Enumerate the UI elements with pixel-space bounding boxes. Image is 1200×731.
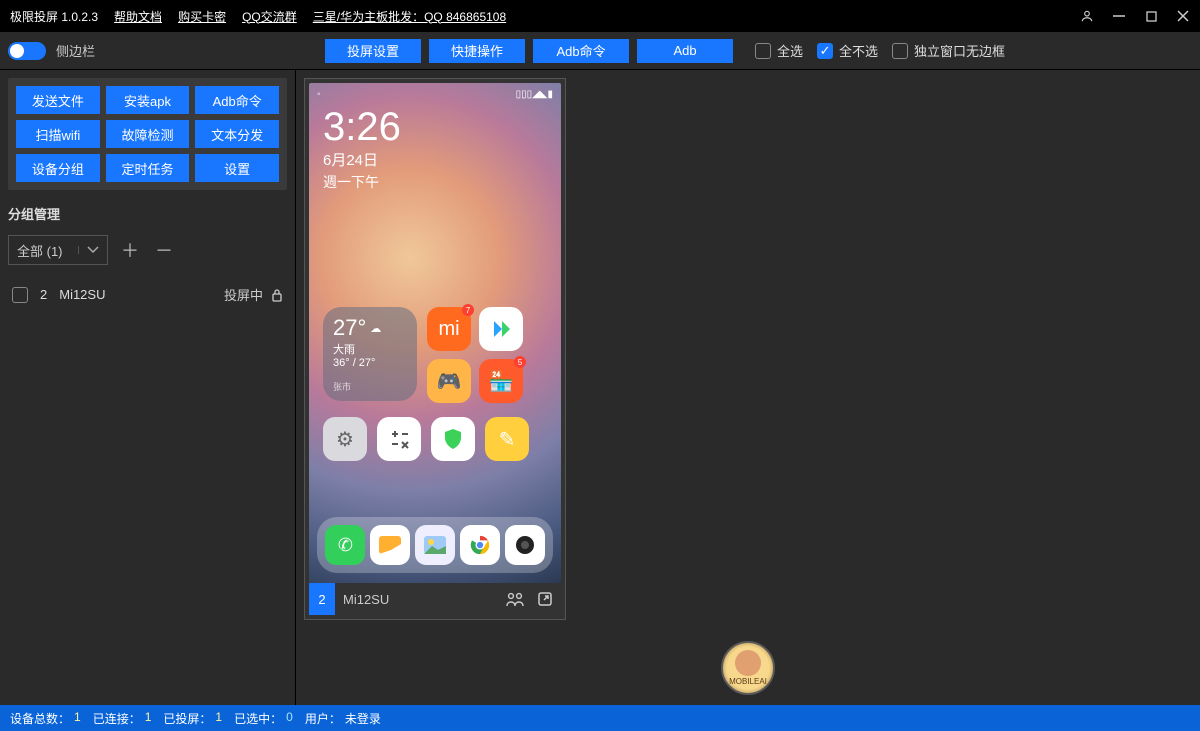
link-help[interactable]: 帮助文档 [114,8,162,25]
phone-statusbar: ◦▯▯▯◢◣▮ [309,85,561,103]
link-qq[interactable]: QQ交流群 [242,8,297,25]
app-calc-icon [377,417,421,461]
btn-group[interactable]: 设备分组 [16,154,100,182]
weather-widget: 27°☁ 大雨 36° / 27° 张市 [323,307,417,401]
device-name: Mi12SU [59,287,105,302]
app-game-icon: 🎮 [427,359,471,403]
device-status: 投屏中 [224,285,263,304]
maximize-icon[interactable] [1144,9,1158,23]
selection-checks: 全选 ✓全不选 独立窗口无边框 [755,41,1005,60]
top-buttons: 投屏设置 快捷操作 Adb命令 Adb [325,39,733,63]
app-settings-icon: ⚙ [323,417,367,461]
btn-text-dist[interactable]: 文本分发 [195,120,279,148]
btn-adbcmd2[interactable]: Adb命令 [195,86,279,114]
dock-phone-icon: ✆ [325,525,365,565]
dock-files-icon [370,525,410,565]
btn-install-apk[interactable]: 安装apk [106,86,190,114]
app-security-icon [431,417,475,461]
sidebar-toggle-label: 侧边栏 [56,41,95,60]
device-checkbox[interactable] [12,287,28,303]
btn-settings[interactable]: 设置 [195,154,279,182]
status-connected: 1 [145,710,152,727]
user-icon[interactable] [1080,9,1094,23]
check-borderless[interactable]: 独立窗口无边框 [892,41,1005,60]
btn-cron[interactable]: 定时任务 [106,154,190,182]
status-selected: 0 [286,710,293,727]
app-notes-icon: ✎ [485,417,529,461]
add-group-icon[interactable]: ＋ [118,238,142,262]
status-bar: 设备总数：1 已连接：1 已投屏：1 已选中：0 用户：未登录 [0,705,1200,731]
check-none[interactable]: ✓全不选 [817,41,878,60]
chevron-down-icon [78,246,99,254]
card-index: 2 [309,583,335,615]
phone-screen[interactable]: ◦▯▯▯◢◣▮ 3:26 6月24日 週一下午 27°☁ 大雨 36° / 27… [309,83,561,583]
status-user: 未登录 [345,710,381,727]
device-index: 2 [40,287,47,302]
window-controls [1080,9,1190,23]
device-row[interactable]: 2 Mi12SU 投屏中 [8,279,287,310]
phone-dock: ✆ [317,517,553,573]
status-casting: 1 [215,710,222,727]
action-grid: 发送文件 安装apk Adb命令 扫描wifi 故障检测 文本分发 设备分组 定… [8,78,287,190]
card-footer: 2 Mi12SU [309,583,561,615]
link-promo[interactable]: 三星/华为主板批发：QQ 846865108 [313,8,506,25]
watermark-logo: MOBILEAI [721,641,775,695]
phone-clock: 3:26 6月24日 週一下午 [323,107,401,192]
sidebar-toggle[interactable] [8,42,46,60]
titlebar: 极限投屏 1.0.2.3 帮助文档 购买卡密 QQ交流群 三星/华为主板批发：Q… [0,0,1200,32]
popout-icon[interactable] [535,589,555,609]
phone-card[interactable]: ◦▯▯▯◢◣▮ 3:26 6月24日 週一下午 27°☁ 大雨 36° / 27… [304,78,566,620]
top-toolbar: 侧边栏 投屏设置 快捷操作 Adb命令 Adb 全选 ✓全不选 独立窗口无边框 [0,32,1200,70]
lock-icon [271,288,283,302]
check-all[interactable]: 全选 [755,41,803,60]
minimize-icon[interactable] [1112,9,1126,23]
status-total: 1 [74,710,81,727]
title-links: 极限投屏 1.0.2.3 帮助文档 购买卡密 QQ交流群 三星/华为主板批发：Q… [10,8,506,25]
dock-camera-icon [505,525,545,565]
group-mgmt-title: 分组管理 [8,204,287,223]
btn-scan-wifi[interactable]: 扫描wifi [16,120,100,148]
card-device-name: Mi12SU [343,592,389,607]
dock-gallery-icon [415,525,455,565]
app-mi-icon: mi7 [427,307,471,351]
btn-adbcmd[interactable]: Adb命令 [533,39,629,63]
app-title: 极限投屏 1.0.2.3 [10,8,98,25]
btn-adb[interactable]: Adb [637,39,733,63]
sidebar: 发送文件 安装apk Adb命令 扫描wifi 故障检测 文本分发 设备分组 定… [0,70,296,705]
group-select[interactable]: 全部 (1) [8,235,108,265]
link-buy[interactable]: 购买卡密 [178,8,226,25]
close-icon[interactable] [1176,9,1190,23]
main-area: ◦▯▯▯◢◣▮ 3:26 6月24日 週一下午 27°☁ 大雨 36° / 27… [296,70,1200,705]
group-controls: 全部 (1) ＋ － [8,235,287,265]
btn-quick[interactable]: 快捷操作 [429,39,525,63]
btn-cast-settings[interactable]: 投屏设置 [325,39,421,63]
dock-chrome-icon [460,525,500,565]
btn-diagnose[interactable]: 故障检测 [106,120,190,148]
group-icon[interactable] [505,589,525,609]
app-store-icon: 🏪5 [479,359,523,403]
app-video-icon [479,307,523,351]
btn-send-file[interactable]: 发送文件 [16,86,100,114]
remove-group-icon[interactable]: － [152,238,176,262]
